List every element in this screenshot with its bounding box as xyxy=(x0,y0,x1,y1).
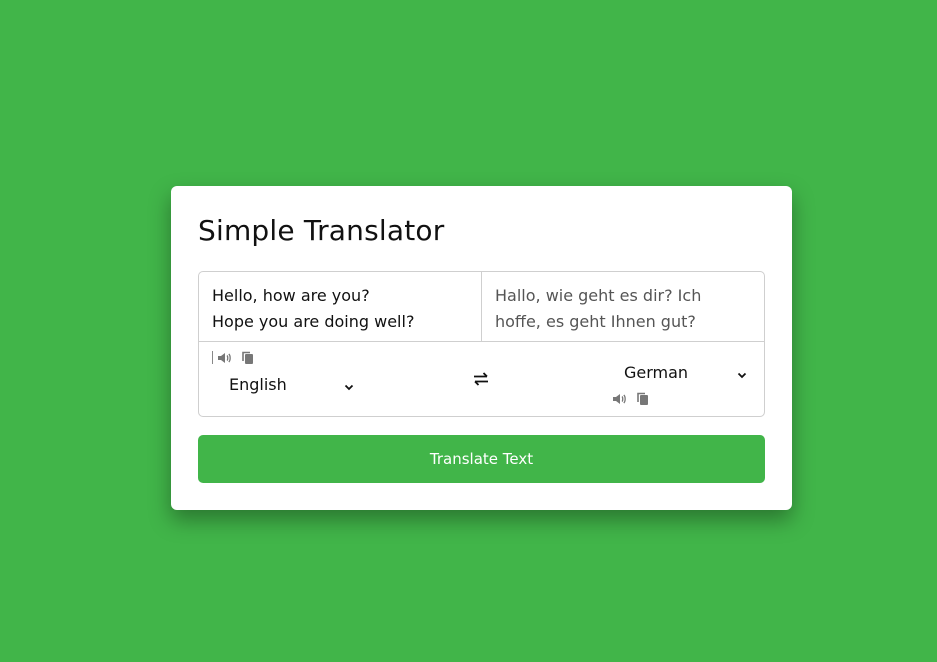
translation-panel: Hello, how are you? Hope you are doing w… xyxy=(198,271,765,417)
text-cursor xyxy=(212,351,213,364)
translate-button[interactable]: Translate Text xyxy=(198,435,765,483)
language-controls: English German xyxy=(199,342,764,417)
source-textarea[interactable]: Hello, how are you? Hope you are doing w… xyxy=(199,272,481,341)
translator-card: Simple Translator Hello, how are you? Ho… xyxy=(171,186,792,510)
target-language-value: German xyxy=(624,363,689,382)
source-language-value: English xyxy=(229,375,287,394)
text-row: Hello, how are you? Hope you are doing w… xyxy=(199,272,764,342)
target-language-select[interactable]: German xyxy=(624,363,750,385)
volume-icon[interactable] xyxy=(611,391,627,407)
volume-icon[interactable] xyxy=(216,350,232,366)
copy-icon[interactable] xyxy=(240,350,256,366)
chevron-down-icon xyxy=(736,366,748,385)
chevron-down-icon xyxy=(343,378,355,397)
page-title: Simple Translator xyxy=(198,214,445,247)
source-language-select[interactable]: English xyxy=(229,375,355,397)
target-textarea[interactable]: Hallo, wie geht es dir? Ich hoffe, es ge… xyxy=(481,272,764,341)
copy-icon[interactable] xyxy=(635,391,651,407)
exchange-icon[interactable] xyxy=(472,370,490,388)
